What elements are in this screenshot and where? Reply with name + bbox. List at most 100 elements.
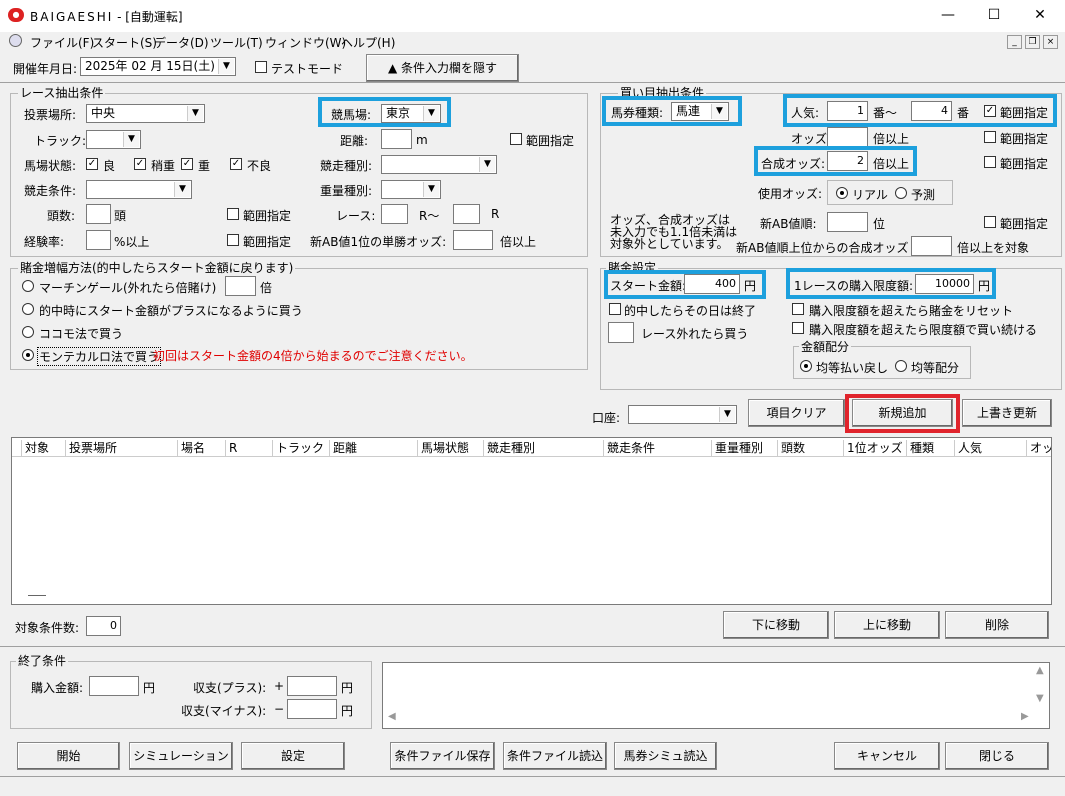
cond-slightly-heavy-checkbox[interactable]: ✓ — [134, 158, 146, 170]
odds-range-checkbox[interactable] — [984, 131, 996, 143]
race-condition-select[interactable]: ▼ — [86, 180, 192, 199]
end-plus-input[interactable] — [287, 676, 337, 696]
settings-button[interactable]: 設定 — [241, 742, 345, 770]
odds-input[interactable] — [827, 127, 868, 147]
overwrite-button[interactable]: 上書き更新 — [962, 399, 1052, 427]
delete-button[interactable]: 削除 — [945, 611, 1049, 639]
col-race-condition[interactable]: 競走条件 — [604, 440, 712, 457]
end-minus-input[interactable] — [287, 699, 337, 719]
col-top-odds[interactable]: 1位オッズ — [844, 440, 907, 457]
stop-after-hit-checkbox[interactable] — [609, 303, 621, 315]
experience-range-checkbox[interactable] — [227, 234, 239, 246]
hide-conditions-button[interactable]: ▲ 条件入力欄を隠す — [366, 54, 519, 82]
ab-rank-range-checkbox[interactable] — [984, 216, 996, 228]
start-amount-input[interactable]: 400 — [684, 274, 740, 294]
save-conditions-button[interactable]: 条件ファイル保存 — [390, 742, 495, 770]
ab-rank-input[interactable] — [827, 212, 868, 232]
move-up-button[interactable]: 上に移動 — [834, 611, 940, 639]
skip-count-input[interactable] — [608, 322, 634, 343]
ticket-sim-load-button[interactable]: 馬券シミュ読込 — [614, 742, 717, 770]
popularity-from-input[interactable]: 1 — [827, 101, 868, 121]
col-track[interactable]: トラック — [273, 440, 330, 457]
col-target[interactable]: 対象 — [22, 440, 66, 457]
combined-odds-range-checkbox[interactable] — [984, 156, 996, 168]
col-popularity[interactable]: 人気 — [955, 440, 1027, 457]
date-picker[interactable]: 2025年 02 月 15日(土) ▼ — [80, 57, 236, 76]
col-weight[interactable]: 重量種別 — [712, 440, 778, 457]
mdi-minimize-button[interactable]: _ — [1007, 35, 1022, 49]
maximize-button[interactable]: ☐ — [971, 0, 1017, 32]
martingale-multiplier-input[interactable] — [225, 276, 256, 296]
minimize-button[interactable]: — — [925, 0, 971, 32]
cond-heavy-checkbox[interactable]: ✓ — [181, 158, 193, 170]
conditions-table[interactable] — [11, 437, 1052, 605]
keep-at-limit-checkbox[interactable] — [792, 322, 804, 334]
menu-window[interactable]: ウィンドウ(W) — [265, 34, 346, 51]
distance-input[interactable] — [381, 129, 412, 149]
distance-range-checkbox[interactable] — [510, 133, 522, 145]
heads-input[interactable] — [86, 204, 111, 224]
close-window-button[interactable]: ✕ — [1017, 0, 1063, 32]
montecarlo-radio[interactable] — [22, 349, 34, 361]
ab-comb-input[interactable] — [911, 236, 952, 256]
ticket-type-select[interactable]: 馬連 ▼ — [671, 102, 729, 121]
combined-odds-input[interactable]: 2 — [827, 151, 868, 171]
plus-on-hit-radio[interactable] — [22, 303, 34, 315]
simulation-button[interactable]: シミュレーション — [129, 742, 233, 770]
venue-select[interactable]: 中央 ▼ — [86, 104, 205, 123]
ab-odds-input[interactable] — [453, 230, 493, 250]
load-conditions-button[interactable]: 条件ファイル読込 — [503, 742, 607, 770]
scroll-left-icon[interactable]: ◀ — [388, 711, 396, 722]
system-menu-icon[interactable] — [9, 34, 22, 47]
forecast-odds-radio[interactable] — [895, 187, 907, 199]
col-race-type[interactable]: 競走種別 — [484, 440, 604, 457]
experience-input[interactable] — [86, 230, 111, 250]
real-odds-radio[interactable] — [836, 187, 848, 199]
add-new-button[interactable]: 新規追加 — [852, 399, 953, 427]
course-select[interactable]: 東京 ▼ — [381, 104, 441, 123]
race-to-input[interactable] — [453, 204, 480, 224]
menu-file[interactable]: ファイル(F) — [30, 34, 94, 51]
even-split-radio[interactable] — [895, 360, 907, 372]
mdi-close-button[interactable]: × — [1043, 35, 1058, 49]
race-type-select[interactable]: ▼ — [381, 155, 497, 174]
scroll-right-icon[interactable]: ▶ — [1021, 711, 1029, 722]
cocomo-radio[interactable] — [22, 326, 34, 338]
limit-input[interactable]: 10000 — [915, 274, 974, 294]
scroll-up-icon[interactable]: ▲ — [1036, 665, 1044, 676]
menu-start[interactable]: スタート(S) — [92, 34, 157, 51]
cond-good-checkbox[interactable]: ✓ — [86, 158, 98, 170]
col-race[interactable]: R — [226, 440, 273, 457]
race-from-input[interactable] — [381, 204, 408, 224]
start-button[interactable]: 開始 — [17, 742, 120, 770]
log-textarea[interactable] — [382, 662, 1050, 729]
move-down-button[interactable]: 下に移動 — [723, 611, 829, 639]
clear-items-button[interactable]: 項目クリア — [748, 399, 845, 427]
cond-bad-checkbox[interactable]: ✓ — [230, 158, 242, 170]
reset-over-limit-checkbox[interactable] — [792, 303, 804, 315]
popularity-to-input[interactable]: 4 — [911, 101, 952, 121]
cancel-button[interactable]: キャンセル — [834, 742, 940, 770]
menu-data[interactable]: データ(D) — [154, 34, 209, 51]
menu-tools[interactable]: ツール(T) — [210, 34, 263, 51]
test-mode-checkbox[interactable] — [255, 61, 267, 73]
close-button[interactable]: 閉じる — [945, 742, 1049, 770]
heads-range-checkbox[interactable] — [227, 208, 239, 220]
even-return-radio[interactable] — [800, 360, 812, 372]
col-distance[interactable]: 距離 — [330, 440, 418, 457]
weight-select[interactable]: ▼ — [381, 180, 441, 199]
martingale-radio[interactable] — [22, 280, 34, 292]
account-select[interactable]: ▼ — [628, 405, 737, 424]
col-odds[interactable]: オッ — [1027, 440, 1051, 457]
col-venue[interactable]: 投票場所 — [66, 440, 178, 457]
scroll-down-icon[interactable]: ▼ — [1036, 693, 1044, 704]
col-heads[interactable]: 頭数 — [778, 440, 844, 457]
menu-help[interactable]: ヘルプ(H) — [341, 34, 395, 51]
col-course[interactable]: 場名 — [178, 440, 226, 457]
col-condition[interactable]: 馬場状態 — [418, 440, 484, 457]
col-kind[interactable]: 種類 — [907, 440, 955, 457]
mdi-restore-button[interactable]: ❐ — [1025, 35, 1040, 49]
popularity-range-checkbox[interactable]: ✓ — [984, 105, 996, 117]
end-buy-input[interactable] — [89, 676, 139, 696]
track-select[interactable]: ▼ — [86, 130, 141, 149]
